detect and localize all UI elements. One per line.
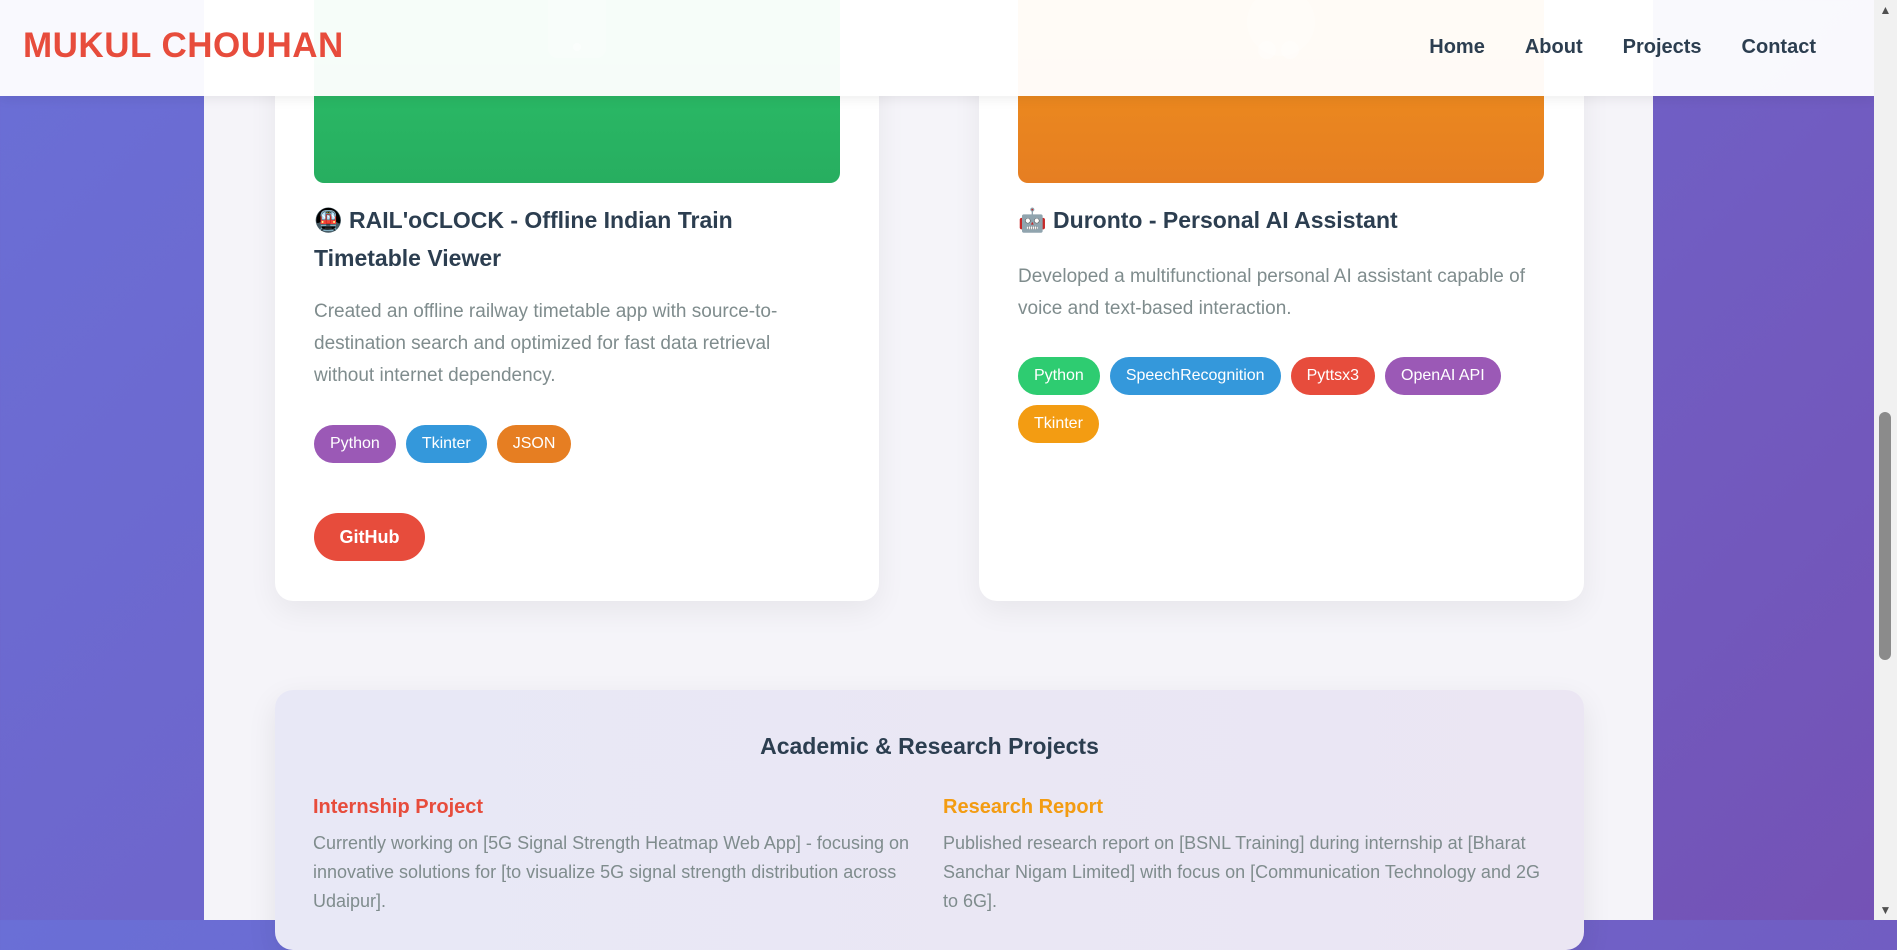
nav-home[interactable]: Home — [1429, 36, 1485, 59]
nav-contact[interactable]: Contact — [1742, 36, 1816, 59]
robot-emoji-icon: 🤖 — [1018, 207, 1047, 233]
project-description: Developed a multifunctional personal AI … — [1018, 266, 1525, 319]
tag-speechrecognition: SpeechRecognition — [1109, 357, 1281, 395]
tag-python: Python — [1018, 357, 1100, 395]
tag-pyttsx3: Pyttsx3 — [1290, 357, 1376, 395]
internship-heading: Internship Project — [313, 796, 484, 818]
tag-openai-api: OpenAI API — [1385, 357, 1501, 395]
github-button[interactable]: GitHub — [314, 513, 425, 561]
tag-tkinter: Tkinter — [405, 425, 487, 463]
tech-tags: Python SpeechRecognition Pyttsx3 OpenAI … — [1018, 357, 1538, 443]
research-text: Published research report on [BSNL Train… — [943, 833, 1540, 911]
internship-text: Currently working on [5G Signal Strength… — [313, 833, 909, 911]
project-title: 🚇 RAIL'oCLOCK - Offline Indian Train Tim… — [314, 207, 733, 271]
tag-tkinter: Tkinter — [1018, 405, 1099, 443]
tag-json: JSON — [496, 425, 572, 463]
academic-research-section: Academic & Research Projects Internship … — [275, 690, 1584, 950]
project-description: Created an offline railway timetable app… — [314, 301, 778, 386]
internship-project: Internship Project Currently working on … — [313, 796, 913, 916]
project-title: 🤖 Duronto - Personal AI Assistant — [1018, 207, 1398, 233]
scroll-down-arrow-icon[interactable]: ▼ — [1874, 900, 1897, 920]
research-report: Research Report Published research repor… — [943, 796, 1543, 916]
nav-about[interactable]: About — [1525, 36, 1583, 59]
scroll-up-arrow-icon[interactable]: ▲ — [1874, 0, 1897, 20]
section-title: Academic & Research Projects — [760, 733, 1099, 759]
site-logo[interactable]: MUKUL CHOUHAN — [23, 26, 344, 66]
top-navbar: MUKUL CHOUHAN Home About Projects Contac… — [0, 0, 1874, 96]
nav-links: Home About Projects Contact — [1429, 36, 1816, 59]
nav-projects[interactable]: Projects — [1623, 36, 1702, 59]
vertical-scrollbar[interactable]: ▲ ▼ — [1874, 0, 1897, 920]
tech-tags: Python Tkinter JSON — [314, 425, 834, 463]
tag-python: Python — [314, 425, 396, 463]
train-emoji-icon: 🚇 — [314, 207, 343, 233]
research-heading: Research Report — [943, 796, 1104, 818]
scroll-thumb[interactable] — [1879, 412, 1891, 660]
